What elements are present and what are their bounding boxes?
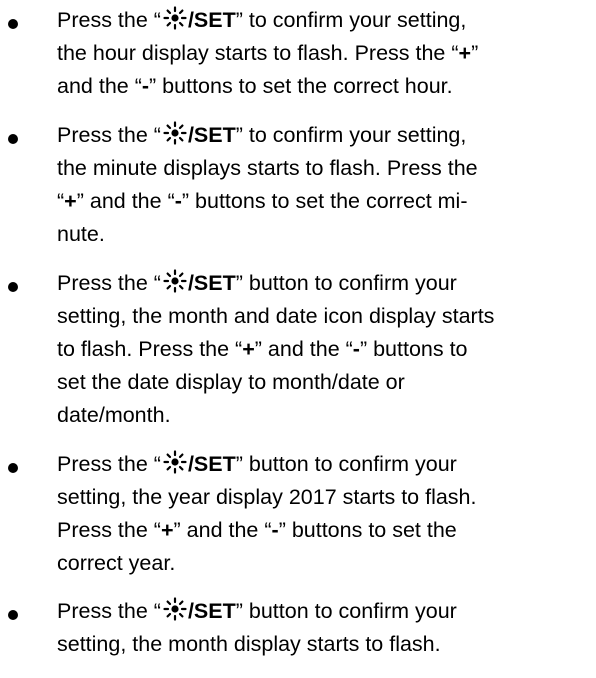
set-button-label: /SET bbox=[161, 597, 236, 623]
bullet bbox=[8, 19, 18, 29]
text-line: nute. bbox=[57, 222, 105, 246]
text-line: Press the “/SET” to confirm your setting… bbox=[57, 121, 467, 147]
text-line: “+” and the “-” buttons to set the corre… bbox=[57, 189, 468, 213]
text-line: the minute displays starts to flash. Pre… bbox=[57, 156, 478, 180]
text: ” to confirm your setting, bbox=[235, 8, 467, 32]
text-line: correct year. bbox=[57, 551, 176, 575]
set-button-label: /SET bbox=[161, 269, 236, 295]
text-line: the hour display starts to flash. Press … bbox=[57, 41, 479, 65]
sun-icon bbox=[163, 450, 187, 474]
text-line: Press the “/SET” to confirm your setting… bbox=[57, 4, 592, 37]
plus-symbol: + bbox=[242, 337, 255, 361]
text-line: set the date display to month/date or bbox=[57, 370, 405, 394]
sun-icon bbox=[163, 597, 187, 621]
bullet bbox=[8, 282, 18, 292]
sun-icon bbox=[163, 6, 187, 30]
text-line: setting, the month and date icon display… bbox=[57, 304, 495, 328]
text-line: Press the “+” and the “-” buttons to set… bbox=[57, 518, 457, 542]
set-button-label: /SET bbox=[161, 6, 236, 32]
minus-symbol: - bbox=[174, 189, 182, 213]
minus-symbol: - bbox=[352, 337, 360, 361]
text-line: Press the “/SET” button to confirm your bbox=[57, 597, 457, 623]
minus-symbol: - bbox=[271, 518, 279, 542]
minus-symbol: - bbox=[141, 74, 150, 98]
text-line: Press the “/SET” button to confirm your bbox=[57, 269, 457, 295]
plus-symbol: + bbox=[458, 41, 472, 65]
bullet bbox=[8, 610, 18, 620]
text-line: setting, the year display 2017 starts to… bbox=[57, 485, 477, 509]
sun-icon bbox=[163, 121, 187, 145]
plus-symbol: + bbox=[160, 518, 174, 542]
plus-symbol: + bbox=[64, 189, 77, 213]
bullet bbox=[8, 463, 18, 473]
text-line: Press the “/SET” button to confirm your bbox=[57, 450, 457, 476]
set-button-label: /SET bbox=[161, 121, 236, 147]
set-button-label: /SET bbox=[161, 450, 236, 476]
text-line: date/month. bbox=[57, 403, 171, 427]
bullet bbox=[8, 134, 18, 144]
sun-icon bbox=[163, 269, 187, 293]
text-line: and the “-” buttons to set the correct h… bbox=[57, 74, 453, 98]
text-line: setting, the month display starts to fla… bbox=[57, 632, 441, 656]
text: Press the “ bbox=[57, 8, 161, 32]
text-line: to flash. Press the “+” and the “-” butt… bbox=[57, 337, 468, 361]
